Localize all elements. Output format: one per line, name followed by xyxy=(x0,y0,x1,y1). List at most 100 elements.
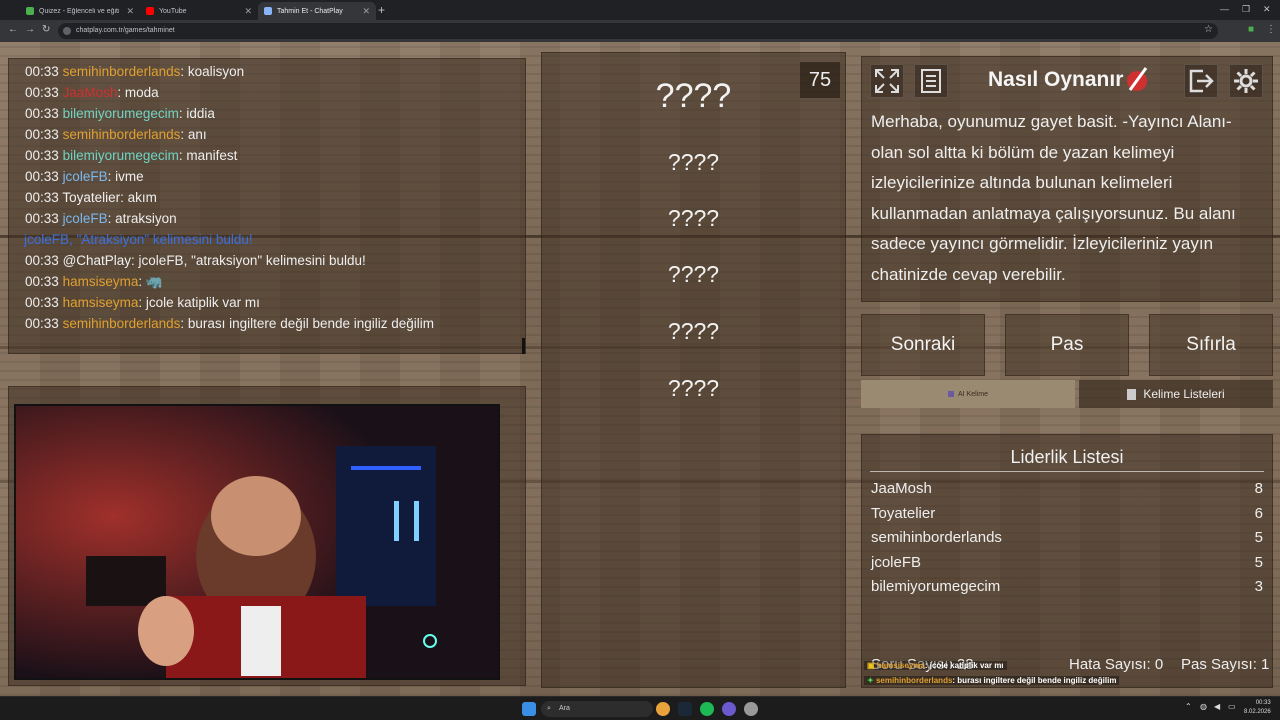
pencil-icon xyxy=(1124,64,1150,94)
word-lists-tab[interactable]: Kelime Listeleri xyxy=(1079,380,1273,408)
leaderboard-score: 5 xyxy=(1254,529,1263,546)
ai-word-label: AI Kelime xyxy=(958,390,988,398)
tray-chevron-icon[interactable]: ⌃ xyxy=(1185,702,1192,711)
volume-icon[interactable]: ◀ xyxy=(1214,702,1220,711)
chat-message: : jcoleFB, "atraksiyon" kelimesini buldu… xyxy=(131,253,366,268)
timer-counter: 75 xyxy=(800,62,840,98)
tab-title: Quizez - Eğlenceli ve eğitileyici xyxy=(39,7,119,15)
chat-line: 00:33 semihinborderlands: burası ingilte… xyxy=(25,313,525,334)
error-count: Hata Sayısı: 0 xyxy=(1069,656,1164,673)
webcam-image xyxy=(16,406,498,678)
site-info-icon[interactable] xyxy=(63,27,71,35)
app-icon[interactable] xyxy=(722,702,736,716)
close-icon[interactable]: ✕ xyxy=(126,6,134,17)
clock[interactable]: 00:33 8.02.2026 xyxy=(1244,699,1271,717)
chat-username[interactable]: bilemiyorumegecim xyxy=(63,148,179,163)
leaderboard-row: Toyatelier 6 xyxy=(871,505,1263,522)
leaderboard-score: 8 xyxy=(1254,480,1263,497)
chat-time: 00:33 xyxy=(25,106,59,121)
overlay-chat-line: ✦ semihinborderlands: burası ingiltere d… xyxy=(864,676,1120,685)
url-text: chatplay.com.tr/games/tahminet xyxy=(76,27,175,34)
chat-messages-2: 00:33 @ChatPlay: jcoleFB, "atraksiyon" k… xyxy=(25,250,525,334)
leaderboard-row: JaaMosh 8 xyxy=(871,480,1263,497)
windows-start-icon[interactable] xyxy=(522,702,536,716)
quizez-favicon-icon xyxy=(26,7,34,15)
leaderboard-name: JaaMosh xyxy=(871,480,932,497)
spotify-icon[interactable] xyxy=(700,702,714,716)
chat-username[interactable]: semihinborderlands xyxy=(63,127,181,142)
close-icon[interactable]: ✕ xyxy=(244,6,252,17)
chat-message: : manifest xyxy=(178,148,238,163)
chat-time: 00:33 xyxy=(25,274,59,289)
leaderboard-row: jcoleFB 5 xyxy=(871,554,1263,571)
chat-message: : koalisyon xyxy=(180,64,245,79)
word-lists-label: Kelime Listeleri xyxy=(1143,387,1225,401)
overlay-chat-user: hamsiseyma xyxy=(876,661,925,670)
chat-message: : ivme xyxy=(107,169,144,184)
chat-username[interactable]: jcoleFB xyxy=(63,169,108,184)
chrome-icon[interactable] xyxy=(656,702,670,716)
network-icon[interactable]: ◍ xyxy=(1200,702,1207,711)
chat-username[interactable]: jcoleFB xyxy=(63,211,108,226)
menu-icon[interactable]: ⋮ xyxy=(1266,24,1276,35)
steam-icon[interactable] xyxy=(678,702,692,716)
chat-username[interactable]: @ChatPlay xyxy=(63,253,131,268)
chat-username[interactable]: hamsiseyma xyxy=(63,274,139,289)
close-icon[interactable]: ✕ xyxy=(362,6,370,17)
pass-button[interactable]: Pas xyxy=(1005,314,1129,376)
taskbar-search[interactable]: ⌕ Ara xyxy=(541,701,653,717)
chat-username[interactable]: semihinborderlands xyxy=(63,64,181,79)
document-icon[interactable] xyxy=(914,64,948,98)
chat-line: 00:33 bilemiyorumegecim: iddia xyxy=(25,103,525,124)
maximize-icon[interactable]: ❐ xyxy=(1242,4,1250,15)
chat-time: 00:33 xyxy=(25,64,59,79)
battery-icon[interactable]: ▭ xyxy=(1228,702,1236,711)
tab-tahmin-et[interactable]: Tahmin Et - ChatPlay ✕ xyxy=(258,2,376,20)
chat-message: : akım xyxy=(120,190,157,205)
extension-icon[interactable]: ■ xyxy=(1248,24,1254,35)
tab-youtube[interactable]: YouTube ✕ xyxy=(140,2,258,20)
found-notice: jcoleFB, "Atraksiyon" kelimesini buldu! xyxy=(24,232,253,247)
chat-username[interactable]: hamsiseyma xyxy=(63,295,139,310)
back-icon[interactable]: ← xyxy=(8,24,18,35)
leaderboard-name: bilemiyorumegecim xyxy=(871,578,1001,595)
exit-icon[interactable] xyxy=(1184,64,1218,98)
ai-word-tab[interactable]: AI Kelime xyxy=(861,380,1075,408)
minimize-icon[interactable]: — xyxy=(1220,4,1229,14)
reset-button[interactable]: Sıfırla xyxy=(1149,314,1273,376)
tab-title: Tahmin Et - ChatPlay xyxy=(277,7,343,15)
new-tab-icon[interactable]: + xyxy=(378,3,385,17)
forbidden-word: ???? xyxy=(667,149,720,175)
fullscreen-icon[interactable] xyxy=(870,64,904,98)
next-button[interactable]: Sonraki xyxy=(861,314,985,376)
chat-username[interactable]: semihinborderlands xyxy=(63,316,181,331)
gear-icon[interactable] xyxy=(1229,64,1263,98)
chat-message: : anı xyxy=(180,127,207,142)
clock-date: 8.02.2026 xyxy=(1244,709,1271,715)
leaderboard-row: bilemiyorumegecim 3 xyxy=(871,578,1263,595)
howto-text: Merhaba, oyunumuz gayet basit. -Yayıncı … xyxy=(871,112,1236,284)
list-icon xyxy=(1127,388,1137,400)
chat-time: 00:33 xyxy=(25,316,59,331)
forbidden-word: ???? xyxy=(667,205,720,231)
bookmark-star-icon[interactable]: ☆ xyxy=(1204,24,1213,35)
forbidden-word: ???? xyxy=(667,318,720,344)
url-input[interactable]: chatplay.com.tr/games/tahminet xyxy=(58,23,1218,39)
overlay-chat-line: ▣ hamsiseyma: jcole katiplik var mı xyxy=(864,661,1007,670)
window-close-icon[interactable]: ✕ xyxy=(1263,4,1271,15)
chat-username[interactable]: bilemiyorumegecim xyxy=(63,106,179,121)
resize-handle[interactable] xyxy=(522,338,525,354)
chat-username[interactable]: JaaMosh xyxy=(63,85,118,100)
leaderboard-score: 6 xyxy=(1254,504,1263,522)
chat-message: : moda xyxy=(117,85,159,100)
reload-icon[interactable]: ↻ xyxy=(42,24,50,35)
forward-icon[interactable]: → xyxy=(25,24,35,35)
webcam-overlay xyxy=(14,404,500,680)
tab-quizez[interactable]: Quizez - Eğlenceli ve eğitileyici ✕ xyxy=(20,2,140,20)
chat-username[interactable]: Toyatelier xyxy=(62,190,120,205)
chat-line: 00:33 hamsiseyma: 🦏 xyxy=(25,271,525,292)
chat-messages: 00:33 semihinborderlands: koalisyon 00:33… xyxy=(25,61,525,229)
chat-line: 00:33 jcoleFB: ivme xyxy=(25,166,525,187)
app-icon-2[interactable] xyxy=(744,702,758,716)
chat-time: 00:33 xyxy=(25,148,59,163)
